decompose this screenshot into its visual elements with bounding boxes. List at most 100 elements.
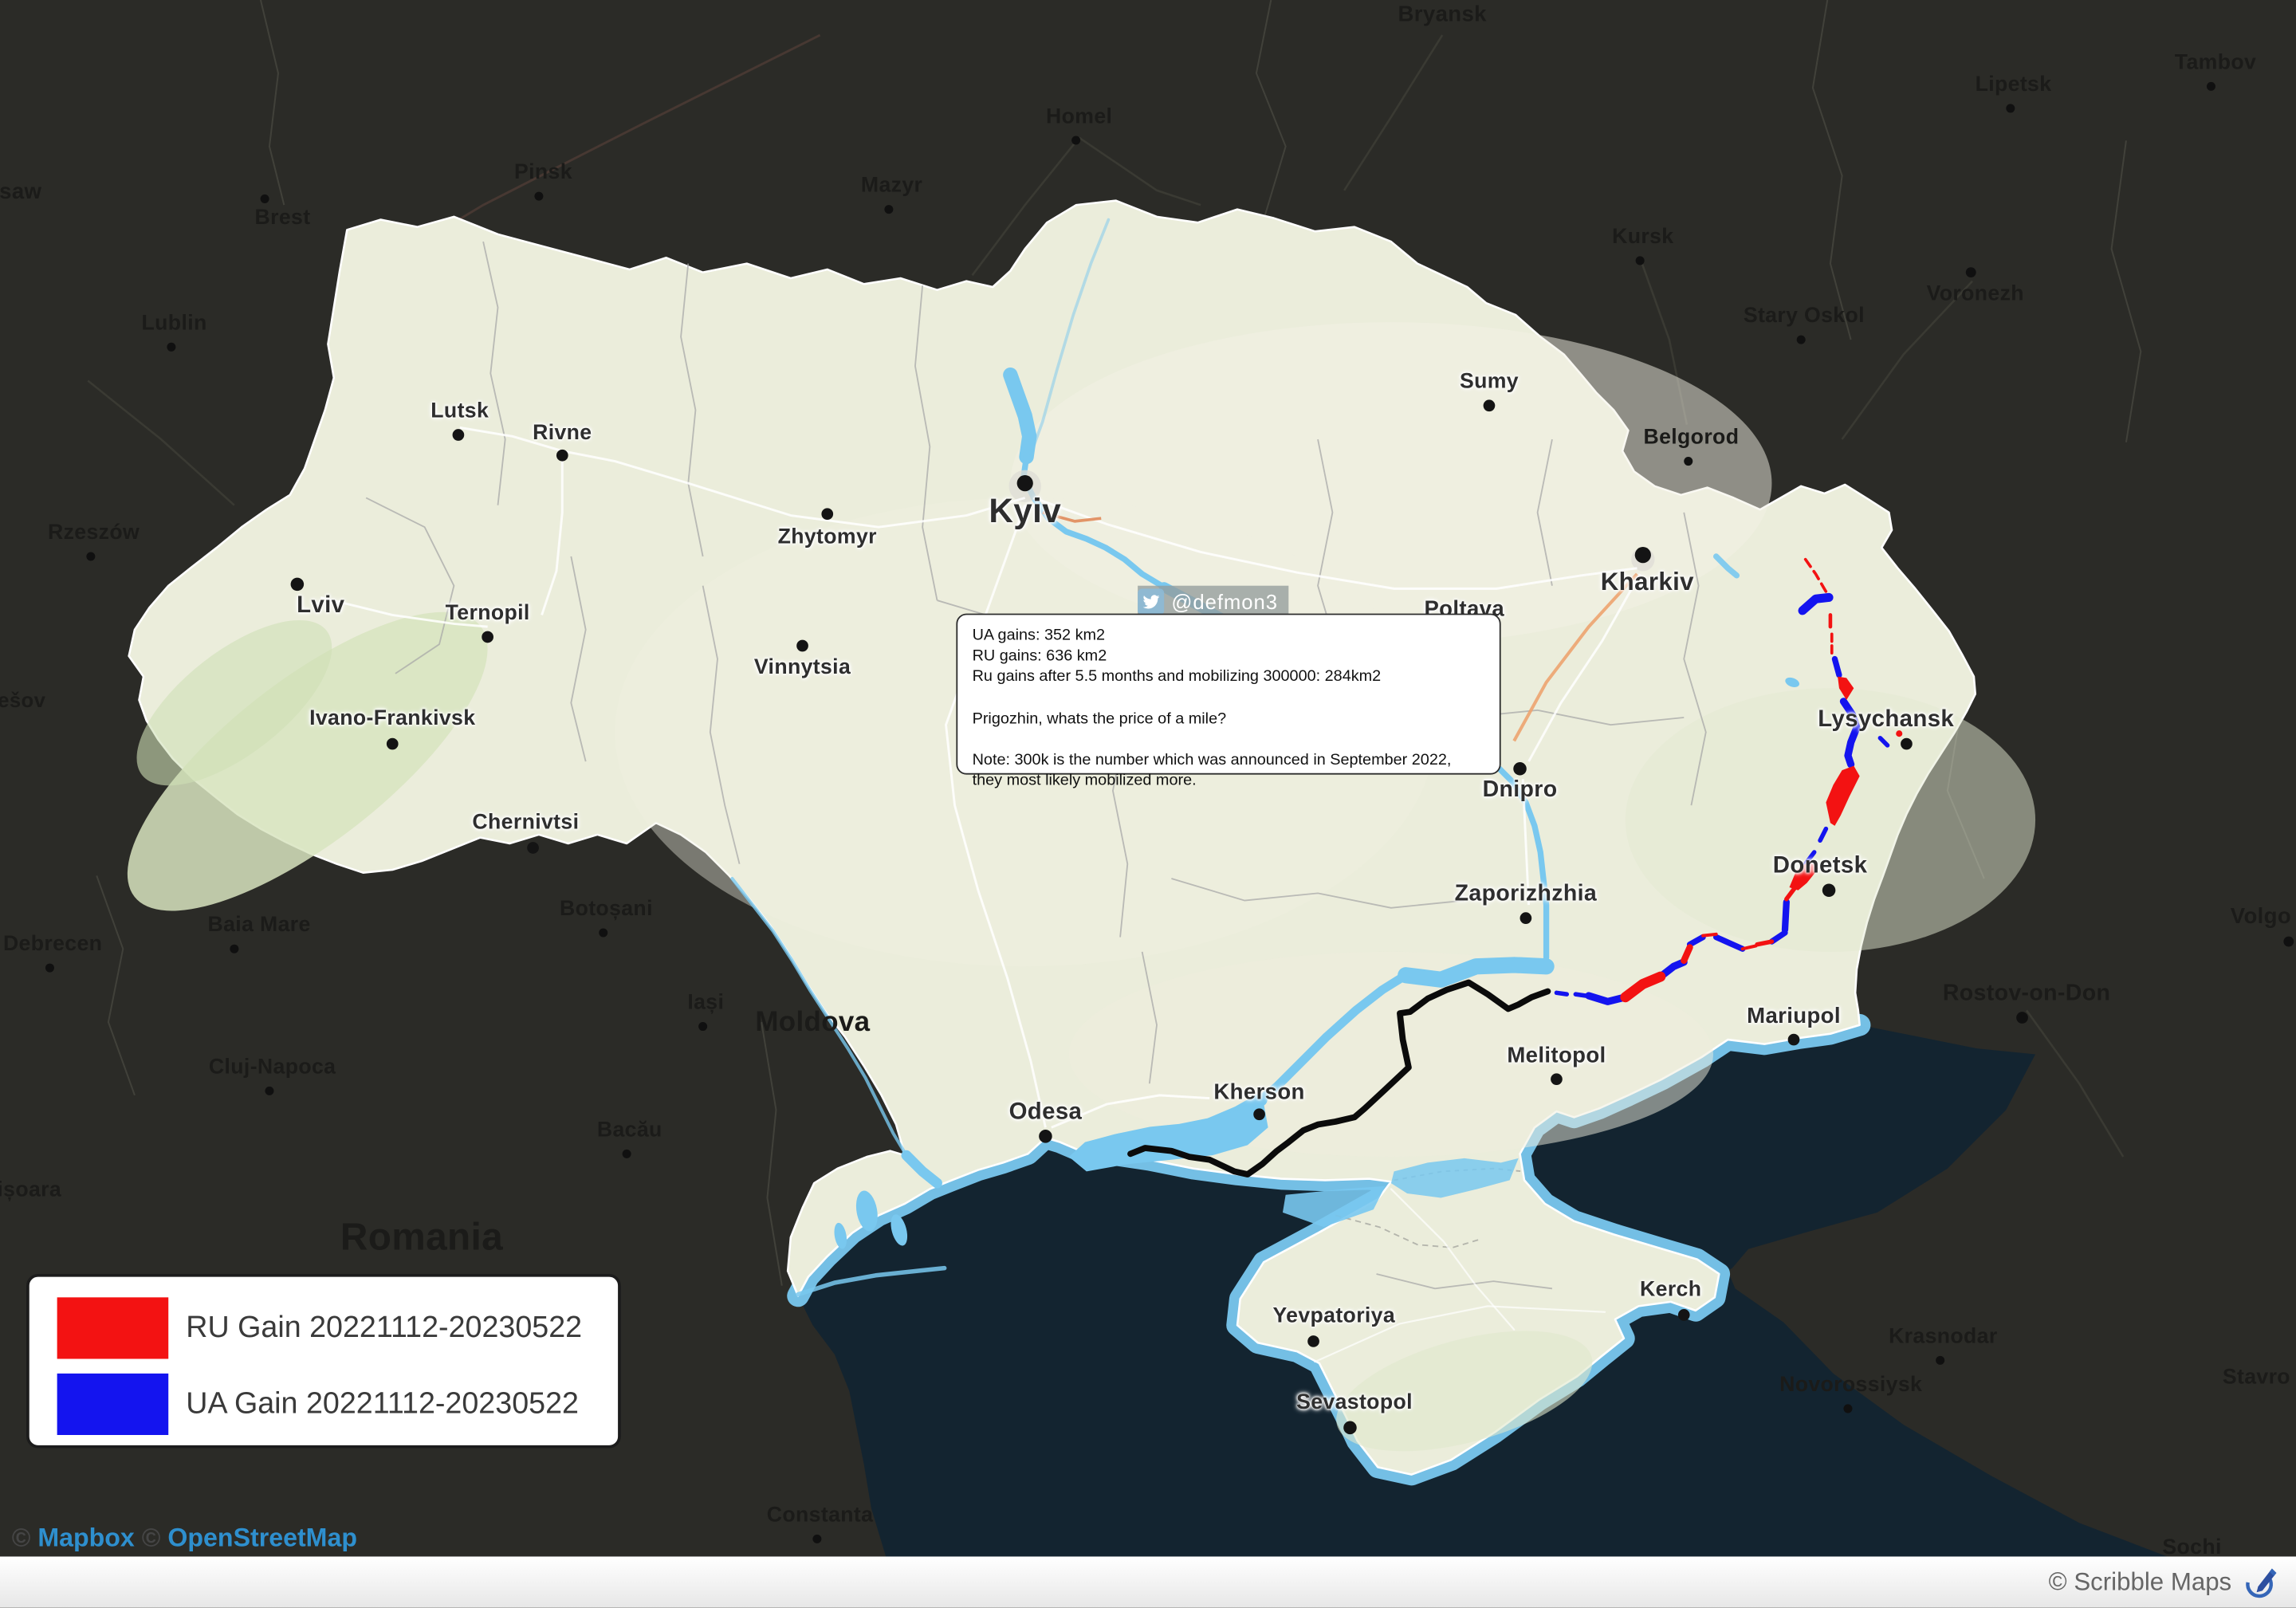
city-dot — [1513, 762, 1527, 776]
city-label: Belgorod — [1644, 426, 1740, 449]
city-label: Chernivtsi — [472, 812, 579, 835]
city-dot — [1678, 1309, 1690, 1321]
city-dot — [2207, 82, 2215, 91]
city-dot — [1684, 457, 1693, 466]
city-dot — [2283, 937, 2294, 947]
city-label: Lutsk — [431, 399, 489, 423]
city-dot — [1484, 399, 1496, 411]
city-label: Sevastopol — [1296, 1391, 1413, 1414]
city-dot — [453, 429, 465, 441]
city-label: Ternopil — [446, 602, 530, 625]
city-dot — [1307, 1335, 1319, 1347]
city-dot — [1936, 1356, 1944, 1365]
city-dot — [2006, 104, 2015, 112]
city-label: Kyiv — [989, 491, 1061, 531]
city-dot — [387, 738, 399, 750]
city-label: Krasnodar — [1889, 1325, 1998, 1348]
city-dot — [1788, 1034, 1800, 1046]
city-label: Brest — [255, 206, 311, 230]
city-dot — [167, 343, 175, 352]
city-dot — [482, 631, 493, 643]
city-label: Zhytomyr — [778, 525, 877, 548]
city-dot — [1822, 883, 1836, 897]
legend-row-ua: UA Gain 20221112-20230522 — [57, 1372, 618, 1437]
city-dot — [821, 508, 833, 520]
footer-bar: © Scribble Maps — [0, 1556, 2296, 1607]
ru-gain-label: RU Gain 20221112-20230522 — [186, 1311, 582, 1346]
city-dot — [527, 842, 539, 854]
city-label: Rostov-on-Don — [1943, 981, 2110, 1008]
city-label: Stavro — [2223, 1366, 2290, 1390]
city-dot — [556, 450, 568, 462]
osm-copyright-symbol: © — [142, 1523, 161, 1552]
city-dot — [1797, 336, 1806, 344]
city-label: Sochi — [2162, 1536, 2221, 1557]
scribble-maps-pen-icon[interactable] — [2243, 1565, 2278, 1600]
city-label: Baia Mare — [208, 914, 311, 937]
city-label: Yevpatoriya — [1272, 1305, 1395, 1328]
city-dot — [1343, 1421, 1357, 1435]
city-label: Kharkiv — [1601, 568, 1694, 598]
city-label: Constanta — [767, 1504, 874, 1527]
city-label: Tambov — [2175, 51, 2256, 74]
city-label: Ivano-Frankivsk — [309, 707, 475, 730]
osm-link[interactable]: OpenStreetMap — [167, 1523, 357, 1552]
city-dot — [265, 1087, 273, 1095]
city-label: Zaporizhzhia — [1455, 882, 1597, 908]
city-dot — [1635, 547, 1651, 563]
city-label: Kherson — [1213, 1080, 1304, 1105]
city-dot — [698, 1022, 707, 1031]
city-dot — [2016, 1012, 2028, 1024]
city-label: Iași — [687, 991, 724, 1014]
city-label: Bacău — [597, 1119, 662, 1142]
city-label: Novorossiysk — [1779, 1374, 1922, 1397]
scribble-maps-copyright: © Scribble Maps — [2049, 1567, 2232, 1597]
annotation-box: UA gains: 352 km2 RU gains: 636 km2 Ru g… — [956, 614, 1500, 775]
map-attribution: © Mapbox © OpenStreetMap — [12, 1523, 357, 1554]
region-label: Romania — [340, 1215, 503, 1260]
city-dot — [884, 205, 893, 214]
city-dot — [1843, 1404, 1852, 1413]
city-label: Lviv — [297, 593, 344, 619]
city-label: Lysychansk — [1818, 707, 1954, 733]
city-dot — [796, 640, 808, 652]
city-label: Voronezh — [1927, 282, 2024, 305]
city-label: Kerch — [1640, 1278, 1701, 1301]
city-dot — [1901, 738, 1913, 750]
city-dot — [599, 928, 607, 937]
city-dot — [230, 945, 238, 953]
city-dot — [1039, 1130, 1052, 1143]
scribble-maps-export: KyivZhytomyrLutskRivneLvivTernopilIvano-… — [0, 0, 2296, 1608]
city-dot — [86, 552, 95, 560]
map-canvas[interactable]: KyivZhytomyrLutskRivneLvivTernopilIvano-… — [0, 0, 2296, 1556]
city-label: Melitopol — [1507, 1044, 1606, 1068]
city-dot — [45, 964, 54, 973]
city-label: Botoșani — [560, 898, 653, 921]
city-dot — [623, 1150, 631, 1158]
city-dot — [812, 1535, 821, 1543]
city-label: Bryansk — [1398, 2, 1487, 27]
city-dot — [1636, 256, 1645, 265]
city-label: Odesa — [1009, 1099, 1083, 1126]
city-dot — [534, 192, 543, 201]
legend-row-ru: RU Gain 20221112-20230522 — [57, 1296, 618, 1361]
legend: RU Gain 20221112-20230522 UA Gain 202211… — [26, 1274, 621, 1449]
mapbox-link[interactable]: Mapbox — [37, 1523, 134, 1552]
city-label: Volgo — [2231, 904, 2291, 929]
city-label: Homel — [1046, 105, 1112, 128]
city-label: Donetsk — [1773, 854, 1868, 880]
city-label: ișoara — [0, 1179, 61, 1202]
city-dot — [1017, 475, 1033, 491]
city-dot — [1520, 912, 1532, 924]
mapbox-copyright-symbol: © — [12, 1523, 31, 1552]
city-label: Dnipro — [1483, 777, 1558, 804]
city-label: Pinsk — [514, 161, 572, 184]
city-label: Kursk — [1612, 226, 1673, 249]
region-label: Moldova — [755, 1008, 870, 1040]
city-label: Rzeszów — [48, 521, 140, 545]
ua-gain-swatch — [57, 1374, 169, 1435]
city-dot — [1551, 1073, 1563, 1085]
city-label: Cluj-Napoca — [209, 1056, 336, 1079]
city-label: Sumy — [1460, 371, 1519, 394]
city-label: Lublin — [142, 312, 207, 335]
